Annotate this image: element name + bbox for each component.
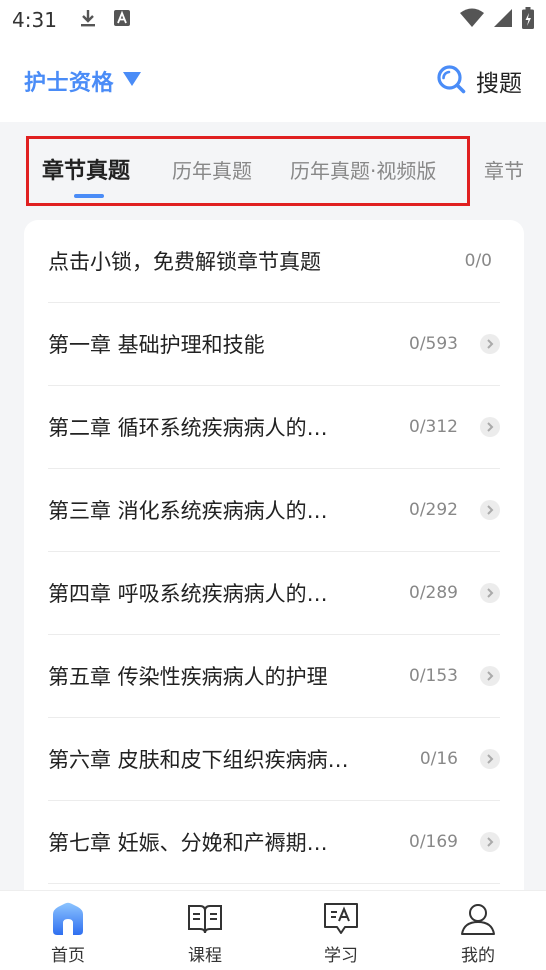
status-notifications (79, 8, 131, 32)
list-item-count: 0/169 (409, 832, 458, 852)
status-bar: 4:31 (0, 0, 546, 40)
search-label: 搜题 (476, 71, 522, 97)
battery-icon (522, 7, 534, 33)
status-time: 4:31 (12, 8, 57, 32)
nav-label: 课程 (188, 946, 222, 966)
chevron-right-icon (480, 500, 500, 520)
book-icon (187, 901, 223, 937)
list-item-title: 第二章 循环系统疾病病人的… (48, 416, 328, 440)
nav-label: 首页 (51, 946, 85, 966)
list-item-count: 0/593 (409, 334, 458, 354)
chapter-row[interactable]: 第三章 消化系统疾病病人的… 0/292 (48, 469, 500, 552)
study-icon (323, 901, 359, 937)
chapter-row[interactable]: 第一章 基础护理和技能 0/593 (48, 303, 500, 386)
bottom-navigation: 首页 课程 学习 我的 (0, 890, 546, 970)
signal-icon (494, 8, 512, 32)
chapter-row[interactable]: 第七章 妊娠、分娩和产褥期… 0/169 (48, 801, 500, 884)
list-item-count: 0/292 (409, 500, 458, 520)
status-system-icons (460, 7, 534, 33)
nav-study[interactable]: 学习 (296, 891, 386, 970)
list-item-title: 第四章 呼吸系统疾病病人的… (48, 582, 328, 606)
nav-profile[interactable]: 我的 (433, 891, 523, 970)
exam-selector[interactable]: 护士资格 (24, 65, 142, 97)
chapter-row[interactable]: 第五章 传染性疾病病人的护理 0/153 (48, 635, 500, 718)
tab-chapter-partial[interactable]: 章节 (484, 155, 524, 184)
list-item-count: 0/153 (409, 666, 458, 686)
nav-courses[interactable]: 课程 (160, 891, 250, 970)
translate-icon (113, 9, 131, 31)
chevron-right-icon (480, 417, 500, 437)
list-item-count: 0/0 (464, 251, 492, 271)
search-questions-button[interactable]: 搜题 (436, 64, 522, 98)
unlock-chapters-row[interactable]: 点击小锁，免费解锁章节真题 0/0 (48, 220, 500, 303)
wifi-icon (460, 8, 484, 32)
chevron-right-icon (480, 749, 500, 769)
home-icon (50, 901, 86, 937)
chevron-right-icon (480, 666, 500, 686)
chapter-list-card: 点击小锁，免费解锁章节真题 0/0 第一章 基础护理和技能 0/593 第二章 … (24, 220, 524, 920)
chevron-right-icon (480, 583, 500, 603)
chevron-right-icon (480, 334, 500, 354)
list-item-title: 第三章 消化系统疾病病人的… (48, 499, 328, 523)
list-item-title: 第五章 传染性疾病病人的护理 (48, 665, 328, 689)
tab-past-exams[interactable]: 历年真题 (172, 155, 252, 184)
caret-down-icon (122, 71, 142, 91)
chapter-row[interactable]: 第二章 循环系统疾病病人的… 0/312 (48, 386, 500, 469)
chevron-right-icon (480, 832, 500, 852)
tab-past-exams-video[interactable]: 历年真题·视频版 (290, 155, 436, 184)
list-item-count: 0/16 (419, 749, 458, 769)
chapter-row[interactable]: 第四章 呼吸系统疾病病人的… 0/289 (48, 552, 500, 635)
search-icon (436, 64, 466, 98)
exam-name: 护士资格 (24, 71, 115, 96)
tab-chapter-questions[interactable]: 章节真题 (42, 153, 130, 185)
download-icon (79, 8, 97, 32)
chapter-row[interactable]: 第六章 皮肤和皮下组织疾病病… 0/16 (48, 718, 500, 801)
profile-icon (460, 901, 496, 937)
list-item-title: 点击小锁，免费解锁章节真题 (48, 250, 321, 274)
list-item-count: 0/312 (409, 417, 458, 437)
list-item-title: 第七章 妊娠、分娩和产褥期… (48, 831, 328, 855)
app-header: 护士资格 搜题 (0, 40, 546, 122)
nav-label: 学习 (324, 946, 358, 966)
list-item-title: 第六章 皮肤和皮下组织疾病病… (48, 748, 349, 772)
list-item-count: 0/289 (409, 583, 458, 603)
nav-home[interactable]: 首页 (23, 891, 113, 970)
category-tabs: 章节真题 历年真题 历年真题·视频版 章节 (0, 122, 546, 218)
list-item-title: 第一章 基础护理和技能 (48, 333, 265, 357)
active-tab-indicator (74, 194, 104, 198)
nav-label: 我的 (461, 946, 495, 966)
